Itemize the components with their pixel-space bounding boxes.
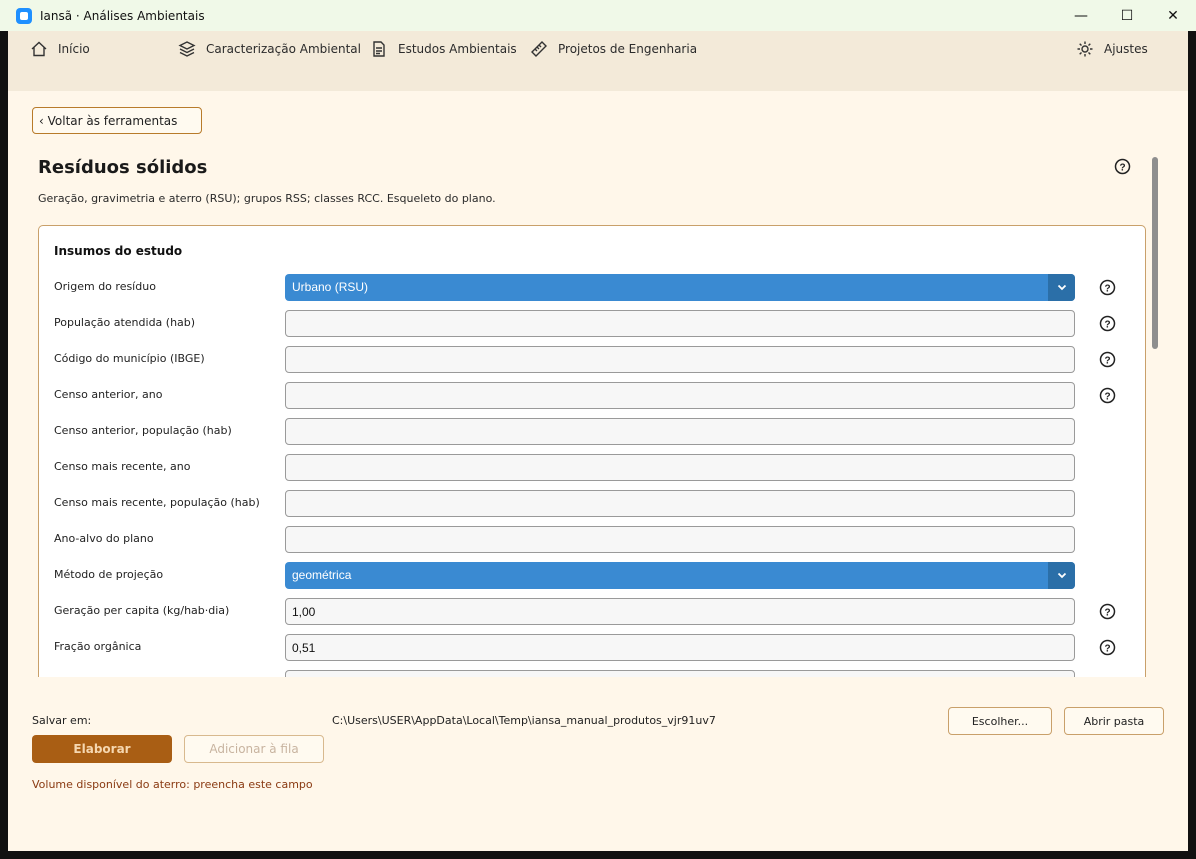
form-row: Geração per capita (kg/hab·dia) 1,00?: [39, 598, 1145, 626]
field-label: Código do município (IBGE): [54, 352, 205, 365]
form-row: Censo mais recente, ano: [39, 454, 1145, 482]
home-icon: [31, 41, 47, 57]
minimize-button[interactable]: —: [1058, 0, 1104, 31]
svg-text:?: ?: [1119, 162, 1125, 173]
svg-text:?: ?: [1104, 283, 1110, 294]
form-row: [39, 670, 1145, 677]
field-input[interactable]: [285, 490, 1075, 517]
form-row: População atendida (hab)?: [39, 310, 1145, 338]
svg-text:?: ?: [1104, 319, 1110, 330]
help-icon[interactable]: ?: [1099, 387, 1116, 404]
window-titlebar: Iansã · Análises Ambientais — ☐ ✕: [0, 0, 1196, 31]
chevron-down-icon[interactable]: [1048, 562, 1075, 589]
nav-item-caracterizacao[interactable]: Caracterização Ambiental: [178, 40, 361, 58]
field-input[interactable]: [285, 346, 1075, 373]
form-row: Censo mais recente, população (hab): [39, 490, 1145, 518]
field-input[interactable]: [285, 382, 1075, 409]
form-row: Origem do resíduo Urbano (RSU)?: [39, 274, 1145, 302]
nav-item-label: Ajustes: [1104, 42, 1148, 56]
field-input[interactable]: [285, 418, 1075, 445]
choose-folder-button[interactable]: Escolher...: [948, 707, 1052, 735]
field-label: Censo anterior, população (hab): [54, 424, 232, 437]
maximize-button[interactable]: ☐: [1104, 0, 1150, 31]
form-row: Fração orgânica 0,51?: [39, 634, 1145, 662]
form-row: Ano-alvo do plano: [39, 526, 1145, 554]
ruler-icon: [531, 41, 547, 57]
nav-item-estudos[interactable]: Estudos Ambientais: [370, 40, 517, 58]
page-subtitle: Geração, gravimetria e aterro (RSU); gru…: [38, 192, 496, 205]
page-title: Resíduos sólidos: [38, 157, 208, 178]
svg-text:?: ?: [1104, 607, 1110, 618]
save-location-label: Salvar em:: [32, 714, 92, 727]
form-row: Censo anterior, população (hab): [39, 418, 1145, 446]
app-window: Início Caracterização Ambiental Estudos …: [8, 31, 1188, 851]
scrollbar[interactable]: [1152, 157, 1158, 349]
field-input[interactable]: [285, 310, 1075, 337]
field-label: Censo anterior, ano: [54, 388, 163, 401]
help-icon[interactable]: ?: [1099, 639, 1116, 656]
nav-item-label: Início: [58, 42, 90, 56]
help-icon[interactable]: ?: [1099, 315, 1116, 332]
field-select[interactable]: geométrica: [285, 562, 1075, 589]
top-nav: Início Caracterização Ambiental Estudos …: [8, 31, 1188, 91]
window-title: Iansã · Análises Ambientais: [40, 8, 205, 23]
nav-item-label: Estudos Ambientais: [398, 42, 517, 56]
help-icon[interactable]: ?: [1099, 603, 1116, 620]
svg-text:?: ?: [1104, 355, 1110, 366]
close-button[interactable]: ✕: [1150, 0, 1196, 31]
open-folder-button[interactable]: Abrir pasta: [1064, 707, 1164, 735]
help-icon[interactable]: ?: [1099, 351, 1116, 368]
add-to-queue-button[interactable]: Adicionar à fila: [184, 735, 324, 763]
form-row: Código do município (IBGE)?: [39, 346, 1145, 374]
select-value: geométrica: [292, 568, 352, 582]
field-input[interactable]: [285, 670, 1075, 677]
back-to-tools-button[interactable]: ‹ Voltar às ferramentas: [32, 107, 202, 134]
document-icon: [373, 41, 385, 57]
nav-item-ajustes[interactable]: Ajustes: [1076, 40, 1148, 58]
form-row: Método de projeção geométrica: [39, 562, 1145, 590]
svg-text:?: ?: [1104, 391, 1110, 402]
nav-item-label: Caracterização Ambiental: [206, 42, 361, 56]
field-label: Método de projeção: [54, 568, 164, 581]
nav-item-projetos[interactable]: Projetos de Engenharia: [530, 40, 697, 58]
form-row: Censo anterior, ano?: [39, 382, 1145, 410]
save-path: C:\Users\USER\AppData\Local\Temp\iansa_m…: [332, 714, 716, 727]
field-label: População atendida (hab): [54, 316, 196, 329]
field-label: Fração orgânica: [54, 640, 142, 653]
inputs-card-title: Insumos do estudo: [54, 244, 183, 258]
field-label: Origem do resíduo: [54, 280, 156, 293]
chevron-down-icon[interactable]: [1048, 274, 1075, 301]
inputs-card: Insumos do estudo Origem do resíduo Urban…: [38, 225, 1146, 677]
field-input[interactable]: 0,51: [285, 634, 1075, 661]
field-input[interactable]: 1,00: [285, 598, 1075, 625]
help-icon[interactable]: ?: [1099, 279, 1116, 296]
validation-error: Volume disponível do aterro: preencha es…: [32, 778, 313, 791]
field-label: Censo mais recente, população (hab): [54, 496, 260, 509]
field-label: Ano-alvo do plano: [54, 532, 154, 545]
layers-icon: [178, 41, 196, 57]
help-icon[interactable]: ?: [1114, 158, 1131, 175]
field-label: Geração per capita (kg/hab·dia): [54, 604, 230, 617]
elaborate-button[interactable]: Elaborar: [32, 735, 172, 763]
nav-item-inicio[interactable]: Início: [30, 40, 90, 58]
nav-item-label: Projetos de Engenharia: [558, 42, 698, 56]
svg-text:?: ?: [1104, 643, 1110, 654]
field-label: Censo mais recente, ano: [54, 460, 191, 473]
gear-icon: [1077, 41, 1093, 57]
field-input[interactable]: [285, 454, 1075, 481]
app-icon: [16, 7, 32, 24]
field-input[interactable]: [285, 526, 1075, 553]
field-select[interactable]: Urbano (RSU): [285, 274, 1075, 301]
select-value: Urbano (RSU): [292, 280, 369, 294]
